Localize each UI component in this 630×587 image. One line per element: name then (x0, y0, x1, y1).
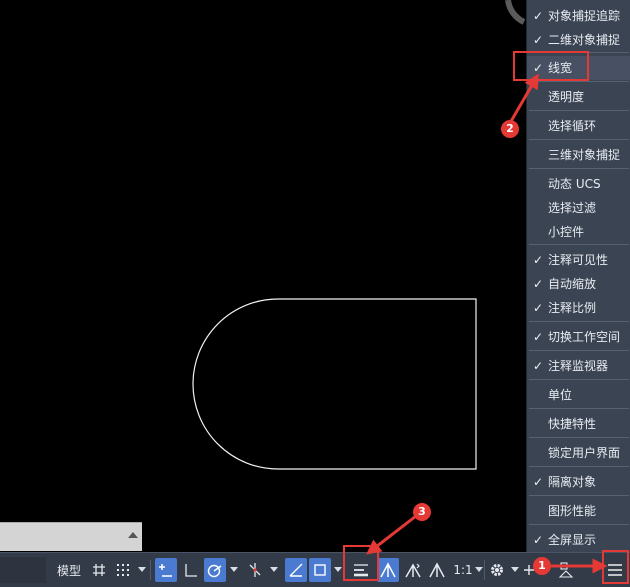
annotation-badge-1: 1 (533, 557, 551, 575)
arrow-to-menu-item (508, 73, 539, 124)
annotation-badge-2: 2 (501, 120, 519, 138)
annotation-badge-3: 3 (413, 503, 431, 521)
arrow-to-lineweight-icon (366, 514, 417, 555)
annotation-arrows (366, 73, 608, 574)
